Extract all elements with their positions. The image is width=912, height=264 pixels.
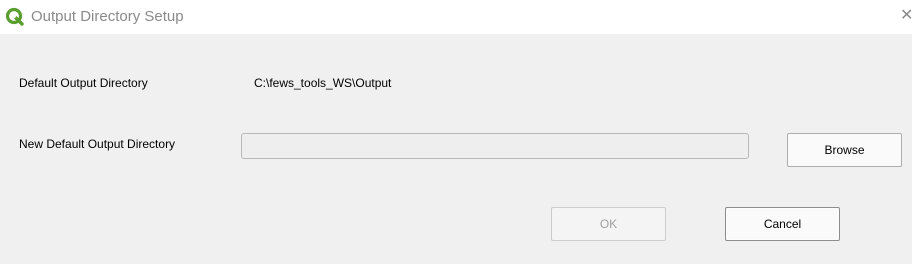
default-output-directory-value: C:\fews_tools_WS\Output	[254, 76, 392, 90]
new-default-output-directory-input[interactable]	[241, 133, 749, 159]
close-icon[interactable]: ✕	[900, 5, 912, 27]
output-directory-dialog: Output Directory Setup ✕ Default Output …	[0, 0, 912, 264]
ok-button[interactable]: OK	[551, 207, 666, 241]
default-output-directory-label: Default Output Directory	[19, 76, 148, 90]
cancel-button-label: Cancel	[763, 217, 802, 231]
new-default-output-directory-label: New Default Output Directory	[19, 137, 176, 151]
browse-button-label: Browse	[824, 143, 865, 157]
qgis-logo-icon	[5, 7, 25, 27]
ok-button-label: OK	[599, 217, 618, 231]
title-bar[interactable]: Output Directory Setup ✕	[0, 0, 912, 34]
window-title: Output Directory Setup	[31, 8, 184, 25]
browse-button[interactable]: Browse	[787, 133, 902, 167]
cancel-button[interactable]: Cancel	[725, 207, 840, 241]
